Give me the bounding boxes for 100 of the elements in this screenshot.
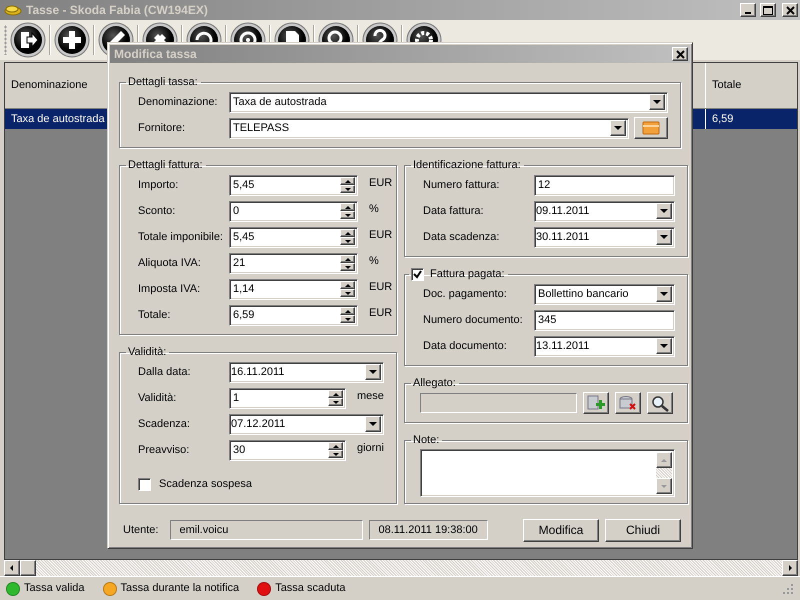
close-icon <box>786 6 794 14</box>
group-title: Identificazione fattura: <box>413 158 521 172</box>
spin-up-button[interactable] <box>340 281 355 289</box>
spin-up-button[interactable] <box>328 390 343 398</box>
notes-field[interactable] <box>420 449 675 497</box>
attachment-field[interactable] <box>420 393 577 413</box>
checkbox[interactable] <box>138 478 151 490</box>
dropdown-button[interactable] <box>656 286 672 302</box>
text-field[interactable]: 12 <box>534 174 675 196</box>
close-button[interactable] <box>782 3 798 17</box>
field-label: Sconto: <box>138 204 176 219</box>
unit-label: EUR <box>369 228 392 243</box>
field-label: Data scadenza: <box>423 230 500 245</box>
field-label: Dalla data: <box>138 364 192 380</box>
spin-down-button[interactable] <box>340 289 355 297</box>
table-cell[interactable]: Taxa de autostrada <box>5 109 108 129</box>
spin-down-button[interactable] <box>340 185 355 193</box>
dropdown-button[interactable] <box>610 120 626 136</box>
text-field[interactable]: 345 <box>534 310 675 330</box>
date-field[interactable]: 30.11.2011 <box>534 226 675 248</box>
dropdown-button[interactable] <box>365 364 381 380</box>
dropdown-button[interactable] <box>656 338 672 354</box>
field-label: Numero documento: <box>423 312 524 328</box>
checkbox-label: Scadenza sospesa <box>159 476 252 492</box>
vertical-scrollbar[interactable] <box>656 452 672 494</box>
spin-field[interactable]: 30 <box>229 440 346 460</box>
horizontal-scrollbar[interactable] <box>4 560 798 576</box>
spin-down-button[interactable] <box>340 237 355 245</box>
unit-label: % <box>369 254 379 269</box>
window-title: Tasse - Skoda Fabia (CW194EX) <box>26 2 208 19</box>
unit-label: EUR <box>369 306 392 321</box>
field-label: Totale imponibile: <box>138 230 224 245</box>
field-label: Doc. pagamento: <box>423 286 508 302</box>
spin-up-button[interactable] <box>328 442 343 450</box>
spin-up-button[interactable] <box>340 177 355 185</box>
spin-down-button[interactable] <box>328 398 343 406</box>
dropdown-button[interactable] <box>656 203 672 219</box>
dropdown-field[interactable]: Bollettino bancario <box>534 284 675 304</box>
spin-up-button[interactable] <box>340 229 355 237</box>
dropdown-button[interactable] <box>365 416 381 432</box>
field-label: Scadenza: <box>138 416 191 432</box>
table-cell[interactable]: 6,59 <box>705 109 797 129</box>
spin-field[interactable]: 5,45 <box>229 226 358 248</box>
right-arrow-icon[interactable] <box>786 564 794 572</box>
date-field[interactable]: 16.11.2011 <box>229 362 384 382</box>
date-field[interactable]: 07.12.2011 <box>229 414 384 434</box>
box-icon <box>642 121 660 135</box>
group-title: Validità: <box>128 345 166 359</box>
checkbox[interactable] <box>411 268 424 280</box>
spin-field[interactable]: 0 <box>229 200 358 222</box>
date-field[interactable]: 09.11.2011 <box>534 200 675 222</box>
dropdown-button[interactable] <box>649 94 665 110</box>
group-title: Fattura pagata: <box>430 267 505 281</box>
add-button[interactable] <box>54 22 90 58</box>
unit-label: mese <box>357 388 384 404</box>
field-label: Fornitore: <box>138 120 186 136</box>
field-label: Aliquota IVA: <box>138 256 202 271</box>
spin-up-button[interactable] <box>340 203 355 211</box>
unit-label: EUR <box>369 280 392 295</box>
spin-field[interactable]: 6,59 <box>229 304 358 326</box>
field-label: Denominazione: <box>138 94 218 110</box>
search-button[interactable] <box>647 392 673 414</box>
left-arrow-icon[interactable] <box>8 564 16 572</box>
spin-up-button[interactable] <box>340 307 355 315</box>
unit-label: EUR <box>369 176 392 191</box>
spin-up-button[interactable] <box>340 255 355 263</box>
field-label: Data documento: <box>423 338 508 354</box>
column-header[interactable]: Totale <box>705 63 797 108</box>
minimize-button[interactable] <box>740 3 756 17</box>
spin-down-button[interactable] <box>340 263 355 271</box>
spin-down-button[interactable] <box>340 211 355 219</box>
dropdown-field[interactable]: TELEPASS <box>229 118 629 138</box>
remove-file-button[interactable] <box>615 392 641 414</box>
status-label: Tassa scaduta <box>275 581 346 596</box>
spin-field[interactable]: 1 <box>229 388 346 408</box>
status-label: Tassa durante la notifica <box>120 581 240 596</box>
dialog-button[interactable]: Chiudi <box>605 518 681 542</box>
field-label: Importo: <box>138 178 180 193</box>
dialog-button[interactable]: Modifica <box>523 518 599 542</box>
date-field[interactable]: 13.11.2011 <box>534 336 675 356</box>
dropdown-button[interactable] <box>656 229 672 245</box>
field-label: Totale: <box>138 308 172 323</box>
exit-button[interactable] <box>10 22 46 58</box>
scrollbar-thumb[interactable] <box>20 560 36 576</box>
add-file-button[interactable] <box>583 392 609 414</box>
dropdown-field[interactable]: Taxa de autostrada <box>229 92 668 112</box>
resize-grip-icon[interactable] <box>782 582 794 594</box>
window-title: Modifica tassa <box>114 46 197 63</box>
minimize-icon <box>745 12 751 14</box>
spin-down-button[interactable] <box>340 315 355 323</box>
spin-field[interactable]: 5,45 <box>229 174 358 196</box>
column-header[interactable]: Denominazione <box>5 63 108 108</box>
spin-field[interactable]: 1,14 <box>229 278 358 300</box>
spin-field[interactable]: 21 <box>229 252 358 274</box>
browse-button[interactable] <box>634 117 668 139</box>
maximize-button[interactable] <box>760 3 776 17</box>
field-label: Validità: <box>138 390 178 406</box>
spin-down-button[interactable] <box>328 450 343 458</box>
close-button[interactable] <box>672 47 688 61</box>
status-label: Tassa valida <box>24 581 85 596</box>
